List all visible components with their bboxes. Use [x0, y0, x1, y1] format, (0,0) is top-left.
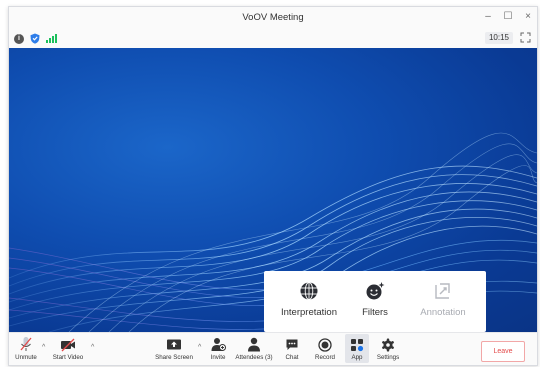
annotation-label: Annotation [420, 307, 466, 318]
app-label: App [351, 354, 363, 361]
add-person-icon [211, 338, 226, 351]
share-options-chevron-icon[interactable]: ^ [198, 344, 201, 351]
microphone-muted-icon [20, 337, 32, 351]
settings-label: Settings [376, 354, 400, 361]
info-icon[interactable]: i [14, 33, 24, 44]
camera-off-icon [61, 338, 75, 352]
info-bar: i 10:15 [9, 29, 537, 48]
filters-option[interactable]: Filters [338, 279, 412, 318]
record-button[interactable]: Record [312, 336, 338, 361]
video-options-chevron-icon[interactable]: ^ [91, 344, 94, 351]
interpretation-label: Interpretation [281, 307, 337, 318]
annotation-option[interactable]: Annotation [406, 279, 480, 318]
filters-label: Filters [362, 307, 388, 318]
shield-icon[interactable] [30, 33, 40, 44]
chat-label: Chat [285, 354, 299, 361]
start-video-label: Start Video [52, 354, 84, 361]
window-title: VoOV Meeting [242, 12, 304, 23]
start-video-button[interactable]: Start Video [49, 336, 87, 361]
unmute-label: Unmute [15, 354, 37, 361]
face-sparkle-icon [366, 282, 385, 300]
apps-popup: Interpretation Filters Annotation [264, 271, 486, 332]
apps-grid-icon [351, 339, 364, 352]
interpretation-option[interactable]: Interpretation [272, 279, 346, 318]
app-button[interactable]: App [345, 334, 369, 363]
leave-button[interactable]: Leave [481, 341, 525, 362]
maximize-icon[interactable]: ☐ [503, 11, 513, 23]
attendees-button[interactable]: Attendees (3) [233, 336, 275, 361]
gear-icon [382, 338, 394, 352]
annotation-icon [435, 283, 450, 299]
globe-icon [300, 282, 318, 300]
signal-icon[interactable] [46, 34, 57, 43]
audio-options-chevron-icon[interactable]: ^ [42, 344, 45, 351]
share-screen-icon [167, 339, 181, 350]
invite-label: Invite [210, 354, 226, 361]
record-label: Record [315, 354, 335, 361]
meeting-time: 10:15 [484, 32, 513, 44]
unmute-button[interactable]: Unmute [13, 336, 39, 361]
meeting-toolbar: Unmute ^ Start Video ^ Share Screen ^ In… [9, 332, 537, 365]
title-bar: VoOV Meeting – ☐ × [9, 7, 537, 29]
close-icon[interactable]: × [523, 11, 533, 23]
chat-button[interactable]: Chat [281, 336, 303, 361]
minimize-icon[interactable]: – [483, 11, 493, 23]
video-area: Interpretation Filters Annotation [9, 48, 537, 332]
invite-button[interactable]: Invite [206, 336, 230, 361]
settings-button[interactable]: Settings [374, 336, 402, 361]
share-screen-button[interactable]: Share Screen [153, 336, 195, 361]
record-icon [318, 338, 332, 352]
share-screen-label: Share Screen [155, 354, 193, 361]
meeting-window: VoOV Meeting – ☐ × i 10:15 Interpretatio… [8, 6, 538, 366]
fullscreen-icon[interactable] [520, 32, 531, 43]
window-controls: – ☐ × [483, 11, 533, 23]
attendees-label: Attendees (3) [235, 354, 273, 361]
attendees-icon [248, 337, 260, 352]
chat-icon [286, 339, 298, 350]
